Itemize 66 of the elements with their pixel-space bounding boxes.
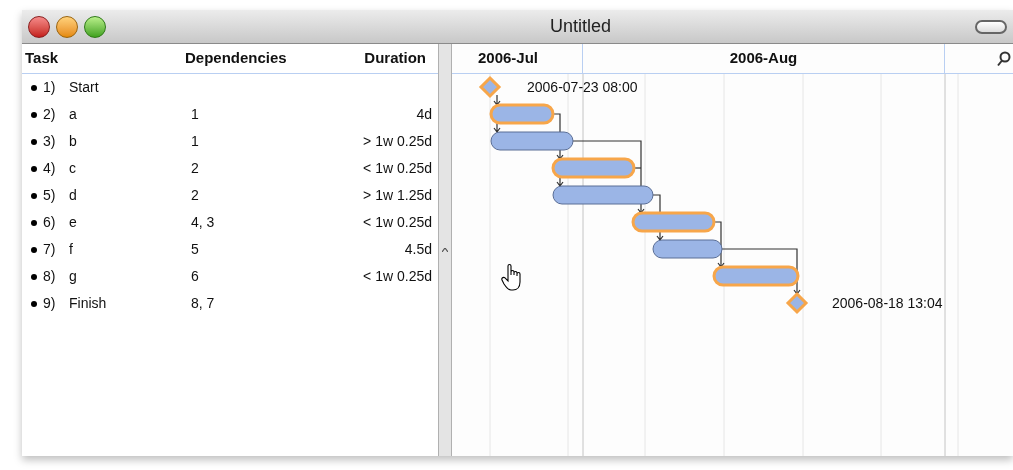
hand-cursor-icon <box>501 263 521 291</box>
bullet-icon <box>31 138 37 145</box>
dependencies-cell-text: 2 <box>191 186 200 205</box>
name-cell-text: Start <box>69 78 100 97</box>
milestone-date-label: 2006-07-23 08:00 <box>527 79 638 95</box>
task-bar[interactable] <box>652 239 723 259</box>
task-number: 8) <box>43 267 57 286</box>
bullet-icon <box>31 219 37 226</box>
name-cell-text: d <box>69 186 78 205</box>
task-bar[interactable] <box>552 185 654 205</box>
milestone-diamond[interactable] <box>478 75 502 99</box>
dependencies-cell-text: 8, 7 <box>191 294 216 313</box>
duration-cell-text: < 1w 0.25d <box>362 267 432 286</box>
bullet-icon <box>31 165 37 172</box>
bullet-icon <box>31 246 37 253</box>
dependencies-cell-text: 5 <box>191 240 200 259</box>
bullet-icon <box>31 111 37 118</box>
month-header: 2006-Aug <box>729 48 798 69</box>
name-cell-text: b <box>69 132 78 151</box>
task-number: 9) <box>43 294 57 313</box>
close-window-button[interactable] <box>28 15 50 38</box>
dependencies-cell-text: 2 <box>191 159 200 178</box>
window-title: Untitled <box>549 15 612 38</box>
duration-cell-text: > 1w 1.25d <box>362 186 432 205</box>
task-bar[interactable] <box>712 265 800 287</box>
name-cell-text: Finish <box>69 294 108 313</box>
task-bar[interactable] <box>631 211 716 233</box>
search-icon[interactable] <box>997 50 1011 67</box>
bullet-icon <box>31 84 37 91</box>
column-header[interactable]: Duration <box>315 47 426 70</box>
splitter[interactable] <box>438 44 452 456</box>
name-cell-text: g <box>69 267 78 286</box>
task-bar[interactable] <box>490 131 574 151</box>
bullet-icon <box>31 273 37 280</box>
task-number: 4) <box>43 159 57 178</box>
milestone-date-label: 2006-08-18 13:04 <box>832 295 943 311</box>
task-number: 6) <box>43 213 57 232</box>
duration-cell-text: 4.5d <box>403 240 432 259</box>
name-cell-text: c <box>69 159 77 178</box>
duration-cell-text: < 1w 0.25d <box>362 159 432 178</box>
bullet-icon <box>31 192 37 199</box>
column-header[interactable]: Dependencies <box>185 47 315 70</box>
task-bar[interactable] <box>489 103 555 125</box>
toolbar-toggle-button[interactable] <box>975 19 1007 34</box>
dependencies-cell-text: 6 <box>191 267 200 286</box>
bullet-icon <box>31 300 37 307</box>
task-bar[interactable] <box>551 157 636 179</box>
milestone-diamond[interactable] <box>785 291 809 315</box>
name-cell-text: f <box>69 240 74 259</box>
name-cell-text: e <box>69 213 78 232</box>
task-number: 1) <box>43 78 57 97</box>
duration-cell-text: < 1w 0.25d <box>362 213 432 232</box>
dependencies-cell-text: 4, 3 <box>191 213 216 232</box>
dependencies-cell-text: 1 <box>191 132 200 151</box>
task-number: 7) <box>43 240 57 259</box>
month-header: 2006-Jul <box>478 48 539 69</box>
name-cell-text: a <box>69 105 78 124</box>
task-number: 5) <box>43 186 57 205</box>
column-header[interactable]: Task <box>25 47 185 70</box>
zoom-window-button[interactable] <box>84 15 106 38</box>
dependencies-cell-text: 1 <box>191 105 200 124</box>
task-number: 2) <box>43 105 57 124</box>
duration-cell-text: > 1w 0.25d <box>362 132 432 151</box>
duration-cell-text: 4d <box>415 105 432 124</box>
task-number: 3) <box>43 132 57 151</box>
minimize-window-button[interactable] <box>56 15 78 38</box>
